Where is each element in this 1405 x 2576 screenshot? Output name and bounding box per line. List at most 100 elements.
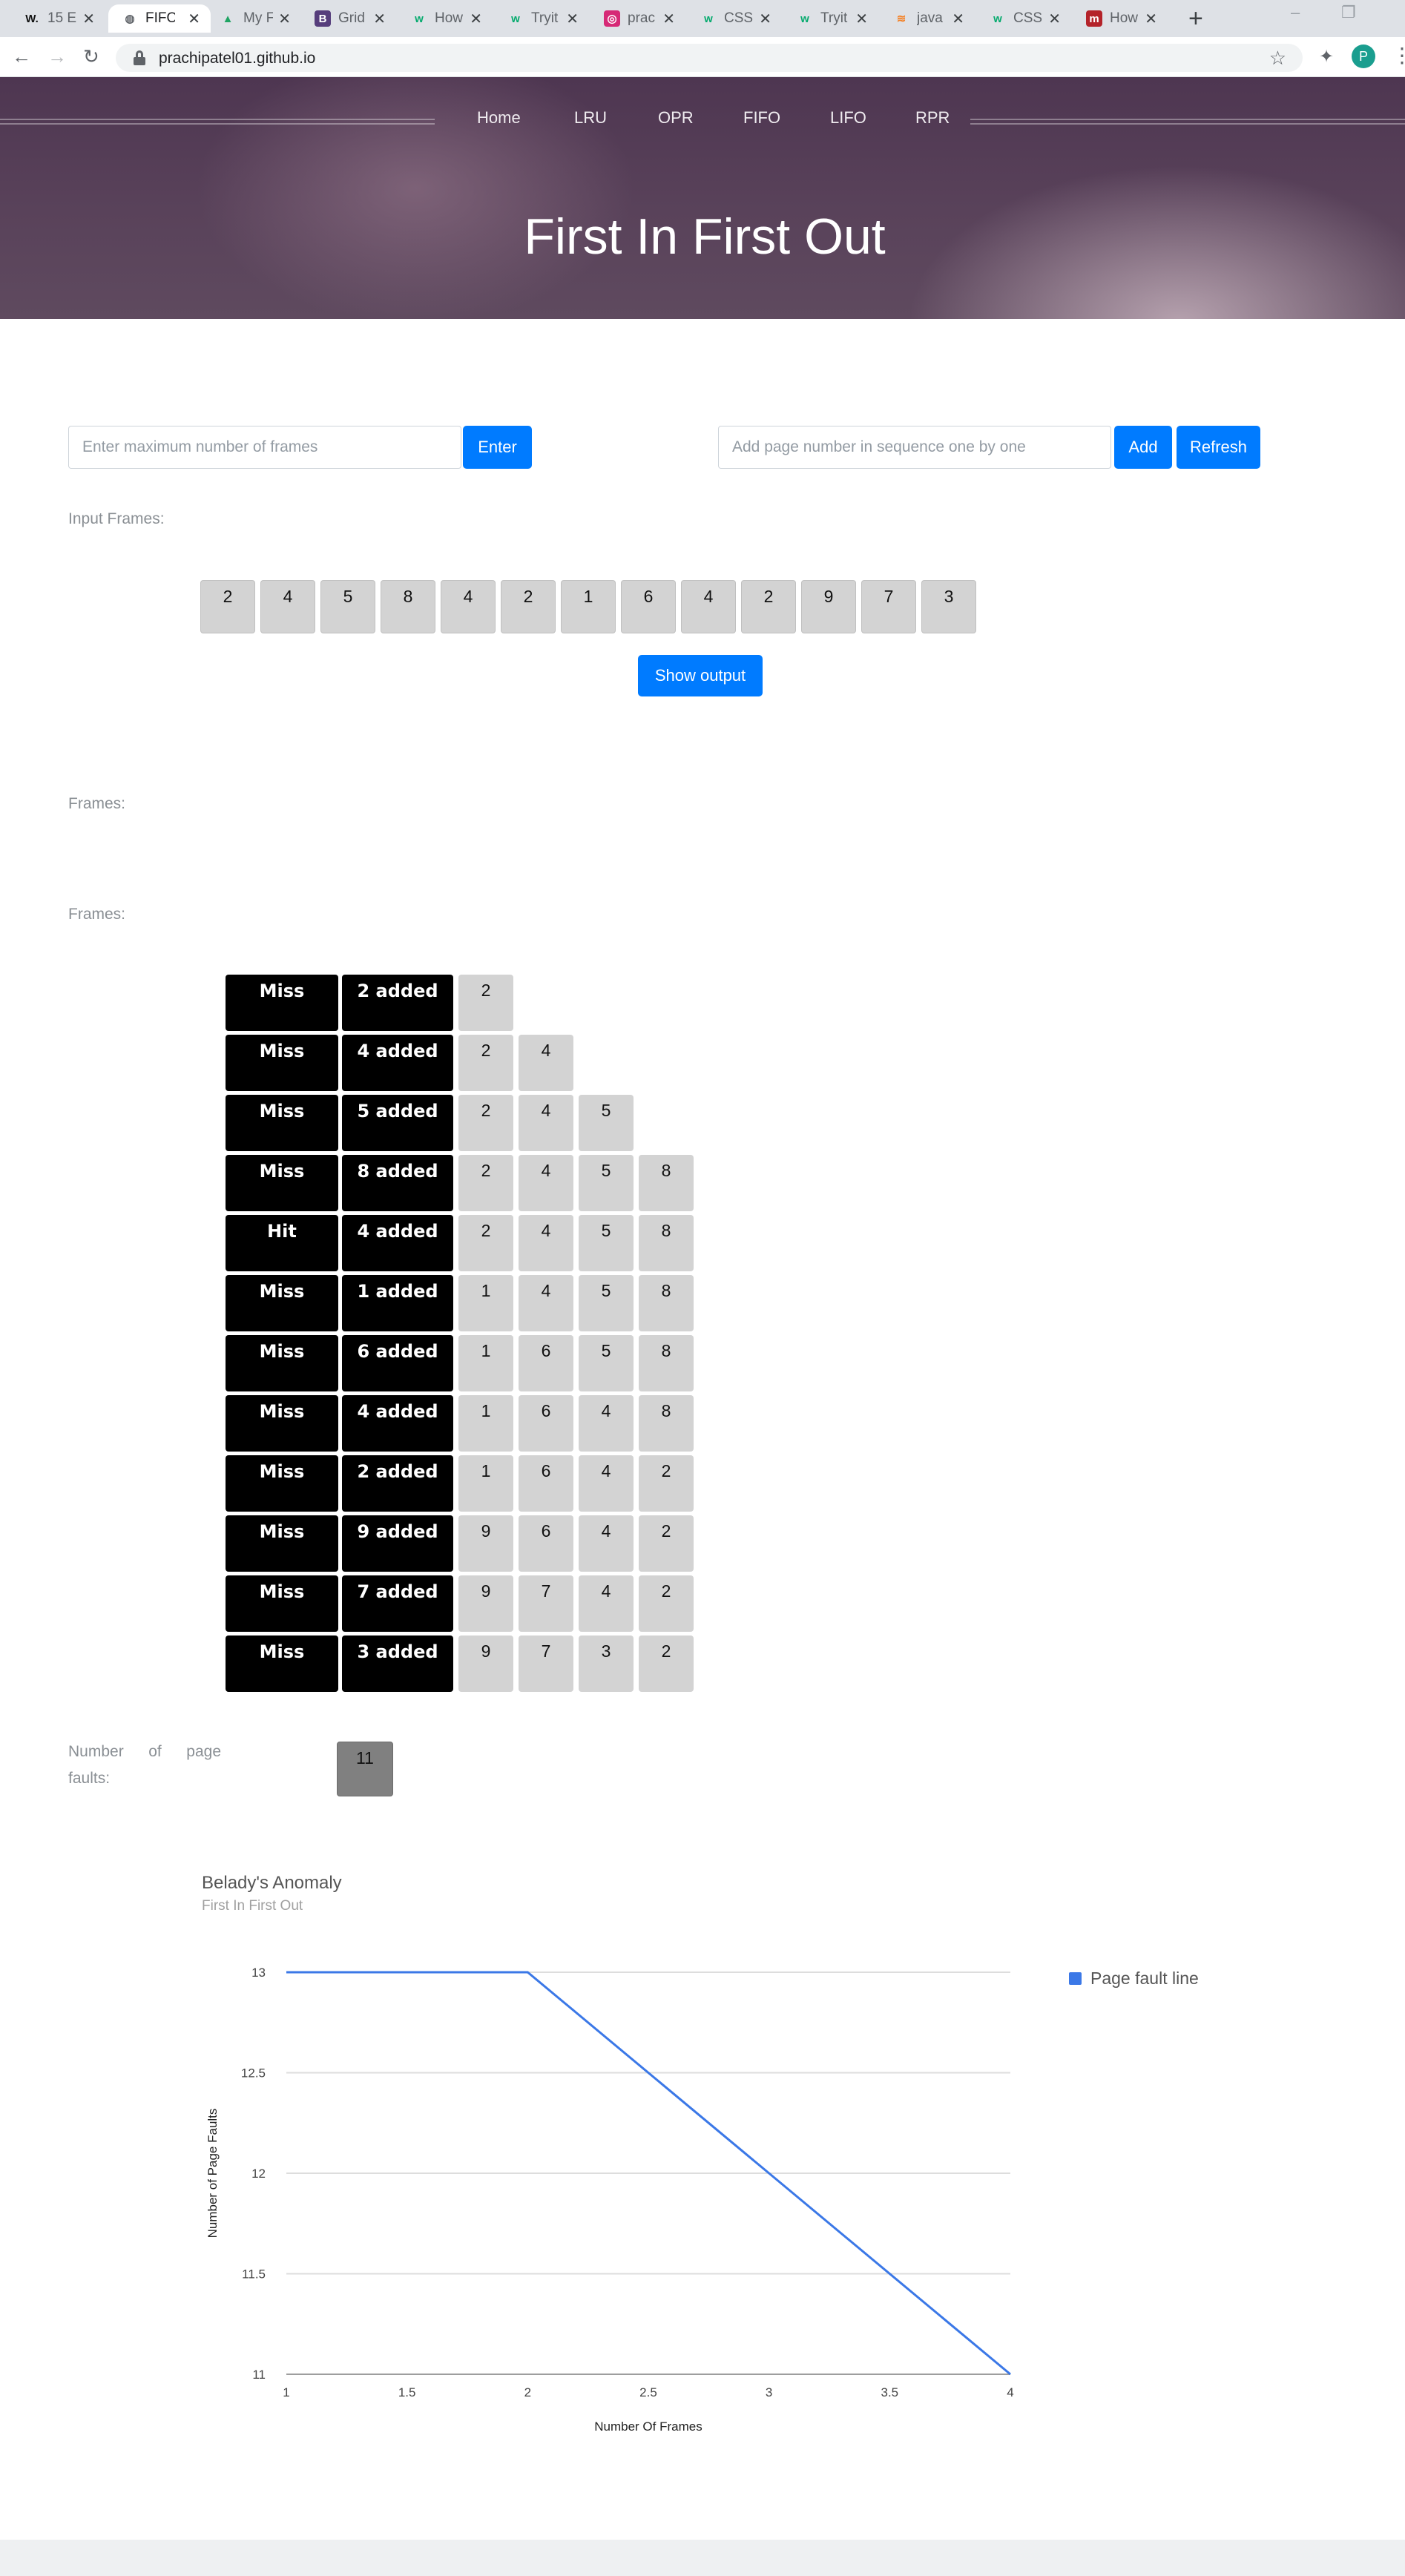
chart-subtitle: First In First Out (202, 1898, 303, 1914)
input-frame-box: 2 (741, 580, 796, 633)
step-action: 9 added (342, 1515, 453, 1572)
extensions-icon[interactable]: ✦ (1319, 46, 1334, 67)
tab-favicon-icon: w (800, 12, 809, 25)
nav-lifo[interactable]: LIFO (830, 108, 866, 128)
step-row: Miss 4 added 1 6 4 8 (226, 1395, 819, 1452)
nav-fifo[interactable]: FIFO (743, 108, 780, 128)
y-tick-label: 11.5 (242, 2267, 266, 2282)
nav-opr[interactable]: OPR (658, 108, 694, 128)
show-output-button[interactable]: Show output (638, 655, 763, 696)
frame-cell: 4 (579, 1455, 634, 1512)
tab-favicon-icon: w (511, 12, 520, 25)
reload-icon[interactable]: ↻ (83, 46, 99, 67)
refresh-button[interactable]: Refresh (1177, 426, 1260, 469)
tab-close-icon[interactable]: ✕ (278, 10, 291, 28)
step-row: Miss 2 added 1 6 4 2 (226, 1455, 819, 1512)
nav-divider-right (970, 119, 1405, 125)
step-row: Miss 9 added 9 6 4 2 (226, 1515, 819, 1572)
new-tab-button[interactable]: + (1188, 6, 1203, 31)
frame-cell: 4 (519, 1275, 573, 1331)
tab-close-icon[interactable]: ✕ (1048, 10, 1061, 28)
input-frame-box: 9 (801, 580, 856, 633)
menu-icon[interactable]: ⋮ (1392, 43, 1405, 67)
tab-8[interactable]: w Tryit ✕ (783, 4, 878, 33)
tab-close-icon[interactable]: ✕ (82, 10, 95, 28)
enter-button[interactable]: Enter (463, 426, 532, 469)
tab-title: How (1110, 10, 1139, 26)
tab-title: Tryit (531, 10, 559, 26)
bookmark-star-icon[interactable]: ☆ (1269, 47, 1286, 70)
frame-cell: 2 (458, 975, 513, 1031)
tab-close-icon[interactable]: ✕ (566, 10, 579, 28)
tab-9[interactable]: ≋ java ✕ (880, 4, 975, 33)
step-row: Miss 7 added 9 7 4 2 (226, 1575, 819, 1632)
step-status: Hit (226, 1215, 338, 1271)
footer (0, 2540, 1405, 2576)
frame-cell: 3 (579, 1635, 634, 1692)
step-status: Miss (226, 1275, 338, 1331)
minimize-icon[interactable]: – (1291, 3, 1300, 22)
tab-10[interactable]: w CSS ✕ (976, 4, 1071, 33)
frame-cell: 2 (458, 1215, 513, 1271)
tab-4[interactable]: w How ✕ (398, 4, 493, 33)
page-faults-label: Number of page faults: (68, 1739, 221, 1792)
nav-home[interactable]: Home (477, 108, 521, 128)
frame-cell: 1 (458, 1395, 513, 1452)
nav-rpr[interactable]: RPR (915, 108, 950, 128)
beladys-anomaly-chart: Belady's AnomalyFirst In First Out1111.5… (202, 1873, 1199, 2434)
nav-lru[interactable]: LRU (574, 108, 607, 128)
step-row: Miss 2 added 2 (226, 975, 819, 1031)
tab-close-icon[interactable]: ✕ (470, 10, 482, 28)
tab-close-icon[interactable]: ✕ (662, 10, 675, 28)
address-bar[interactable]: prachipatel01.github.io ☆ (116, 44, 1303, 72)
faults-word-3: page (186, 1743, 221, 1760)
tab-close-icon[interactable]: ✕ (373, 10, 386, 28)
frame-cell: 4 (519, 1155, 573, 1211)
tab-7[interactable]: w CSS ✕ (687, 4, 782, 33)
tab-title: CSS (1013, 10, 1043, 26)
step-status: Miss (226, 975, 338, 1031)
tab-0[interactable]: W. 15 E ✕ (10, 4, 105, 33)
browser-chrome: W. 15 E ✕ ◍ FIFO ✕ ▲ My F ✕ B Grid ✕ w How ✕ w Tryit ✕ ◎ pr… (0, 0, 1405, 77)
step-status: Miss (226, 1515, 338, 1572)
faults-word-1: Number (68, 1743, 124, 1760)
frame-cell: 2 (639, 1635, 694, 1692)
tab-5[interactable]: w Tryit ✕ (494, 4, 589, 33)
restore-icon[interactable]: ❐ (1341, 3, 1356, 22)
tab-close-icon[interactable]: ✕ (759, 10, 771, 28)
tab-6[interactable]: ◎ prac ✕ (590, 4, 685, 33)
add-button[interactable]: Add (1114, 426, 1172, 469)
frame-cell: 8 (639, 1215, 694, 1271)
faults-word-2: of (148, 1743, 162, 1760)
tab-favicon-icon: ▲ (222, 12, 234, 25)
tab-close-icon[interactable]: ✕ (188, 10, 200, 28)
step-action: 4 added (342, 1395, 453, 1452)
y-tick-label: 11 (252, 2368, 266, 2382)
tab-close-icon[interactable]: ✕ (1145, 10, 1157, 28)
max-frames-input[interactable] (68, 426, 461, 469)
tab-close-icon[interactable]: ✕ (952, 10, 964, 28)
tab-title: prac (628, 10, 655, 26)
input-frame-box: 6 (621, 580, 676, 633)
back-icon[interactable]: ← (12, 46, 31, 67)
tab-close-icon[interactable]: ✕ (855, 10, 868, 28)
page-title: First In First Out (524, 208, 886, 265)
frame-cell: 9 (458, 1635, 513, 1692)
page-number-input[interactable] (718, 426, 1111, 469)
input-frame-box: 4 (681, 580, 736, 633)
tab-2[interactable]: ▲ My F ✕ (206, 4, 301, 33)
forward-icon[interactable]: → (47, 46, 67, 67)
tab-1[interactable]: ◍ FIFO ✕ (108, 4, 211, 33)
frame-cell: 8 (639, 1395, 694, 1452)
frame-cell: 8 (639, 1335, 694, 1391)
frame-cell: 1 (458, 1455, 513, 1512)
profile-avatar[interactable]: P (1352, 45, 1375, 68)
tab-11[interactable]: m How ✕ (1073, 4, 1168, 33)
step-action: 5 added (342, 1095, 453, 1151)
frame-cell: 6 (519, 1515, 573, 1572)
tab-3[interactable]: B Grid ✕ (301, 4, 396, 33)
url-text: prachipatel01.github.io (159, 50, 316, 67)
legend-swatch (1069, 1972, 1082, 1985)
frame-cell: 9 (458, 1515, 513, 1572)
input-frame-box: 4 (260, 580, 315, 633)
